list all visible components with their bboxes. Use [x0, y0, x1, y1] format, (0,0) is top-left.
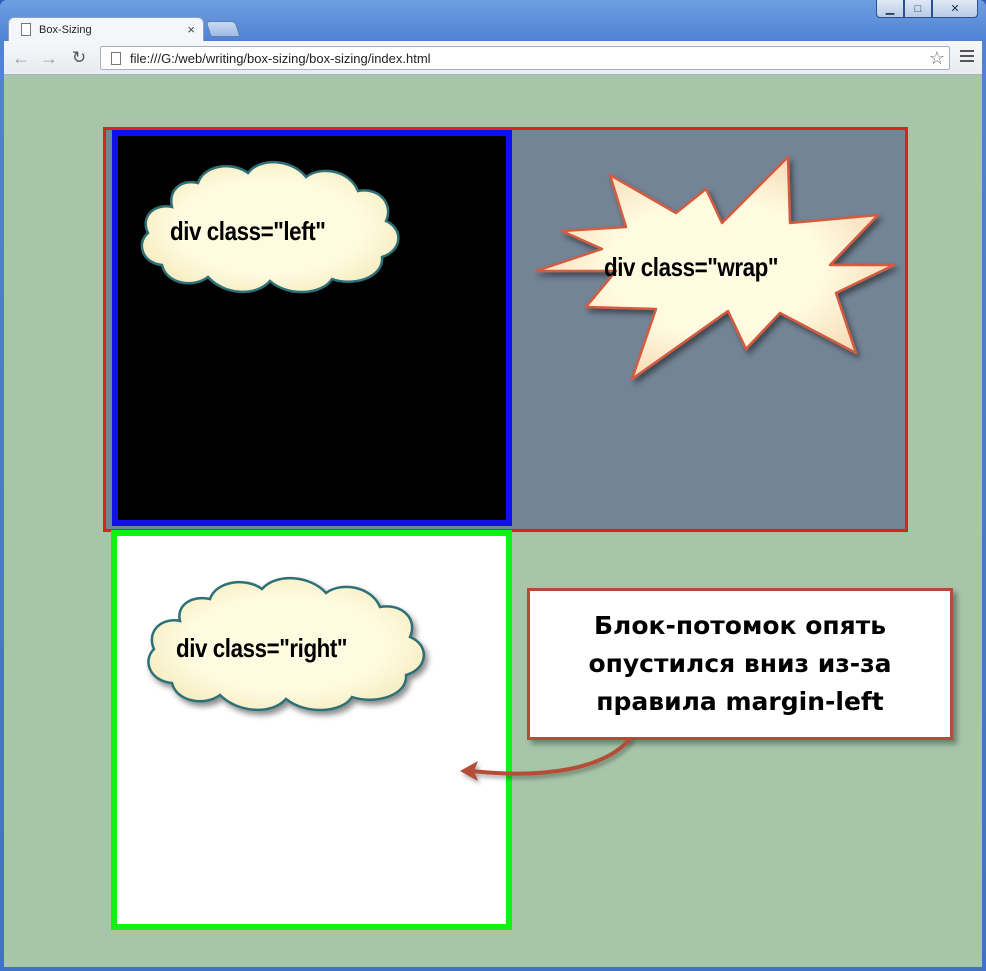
annotation-text: Блок-потомок опять опустился вниз из-за … [588, 607, 891, 721]
page-icon [21, 23, 31, 36]
annotation-note: Блок-потомок опять опустился вниз из-за … [527, 588, 953, 740]
new-tab-button[interactable] [205, 21, 241, 37]
maximize-button[interactable]: □ [904, 0, 932, 18]
annotation-line: Блок-потомок опять [593, 611, 887, 640]
close-window-button[interactable]: ✕ [932, 0, 978, 18]
browser-window: ▁ □ ✕ Box-Sizing × ← → ↻ file:///G:/web/… [0, 0, 986, 971]
forward-icon[interactable]: → [38, 47, 60, 69]
close-tab-icon[interactable]: × [187, 22, 195, 37]
address-bar[interactable]: file:///G:/web/writing/box-sizing/box-si… [100, 46, 950, 70]
reload-icon[interactable]: ↻ [68, 47, 90, 69]
menu-icon[interactable] [960, 50, 974, 62]
bookmark-star-icon[interactable]: ☆ [929, 48, 945, 69]
url-text[interactable]: file:///G:/web/writing/box-sizing/box-si… [130, 51, 929, 66]
tab-box-sizing[interactable]: Box-Sizing × [8, 17, 204, 41]
minimize-button[interactable]: ▁ [876, 0, 904, 18]
annotation-line: опустился вниз из-за [588, 649, 892, 678]
browser-toolbar: ← → ↻ file:///G:/web/writing/box-sizing/… [4, 41, 982, 75]
window-controls: ▁ □ ✕ [876, 0, 978, 19]
cloud-label-left: div class="left" [170, 216, 326, 246]
curved-arrow [460, 737, 632, 781]
cloud-label-right: div class="right" [176, 633, 348, 663]
tab-title: Box-Sizing [39, 23, 92, 36]
annotation-line: правила margin-left [596, 687, 884, 716]
star-label-wrap: div class="wrap" [604, 252, 779, 282]
page-viewport: div class="left" div class="wrap" div cl… [4, 75, 982, 967]
page-icon [111, 51, 121, 65]
back-icon[interactable]: ← [10, 47, 32, 69]
